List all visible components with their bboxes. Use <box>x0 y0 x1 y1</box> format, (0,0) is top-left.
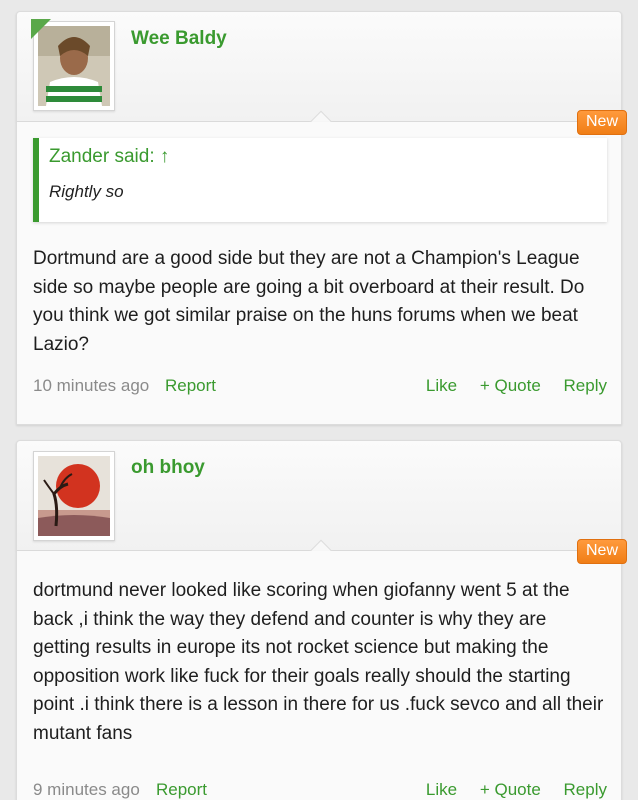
post-body: New Zander said: ↑ Rightly so Dortmund a… <box>16 110 627 425</box>
avatar-image <box>38 456 110 536</box>
quote-author-link[interactable]: Zander said: ↑ <box>49 146 169 168</box>
post-user-header: Wee Baldy <box>16 11 622 134</box>
new-badge: New <box>576 110 627 135</box>
post-message: Dortmund are a good side but they are no… <box>33 248 585 355</box>
quote-block: Zander said: ↑ Rightly so <box>33 138 607 222</box>
post-timestamp[interactable]: 10 minutes ago <box>33 376 149 396</box>
report-link[interactable]: Report <box>156 780 207 800</box>
reply-link[interactable]: Reply <box>564 376 607 395</box>
post-timestamp[interactable]: 9 minutes ago <box>33 780 140 800</box>
like-link[interactable]: Like <box>426 376 457 395</box>
post-message: dortmund never looked like scoring when … <box>33 580 604 744</box>
username[interactable]: oh bhoy <box>131 457 205 479</box>
reply-link[interactable]: Reply <box>564 780 607 799</box>
post-body: New dortmund never looked like scoring w… <box>16 539 627 800</box>
quote-link[interactable]: + Quote <box>480 780 541 799</box>
new-badge: New <box>576 539 627 564</box>
avatar[interactable] <box>33 451 115 541</box>
post-user-header: oh bhoy <box>16 440 622 563</box>
report-link[interactable]: Report <box>165 376 216 396</box>
post: oh bhoy New dortmund never looked like s… <box>16 440 627 800</box>
post-meta: 9 minutes ago Report Like + Quote Reply <box>33 780 607 800</box>
username[interactable]: Wee Baldy <box>131 28 227 50</box>
like-link[interactable]: Like <box>426 780 457 799</box>
post-meta: 10 minutes ago Report Like + Quote Reply <box>33 376 607 400</box>
quote-text: Rightly so <box>49 182 124 201</box>
quote-link[interactable]: + Quote <box>480 376 541 395</box>
online-indicator <box>31 19 51 39</box>
post: Wee Baldy New Zander said: ↑ Rightly so … <box>16 11 627 425</box>
